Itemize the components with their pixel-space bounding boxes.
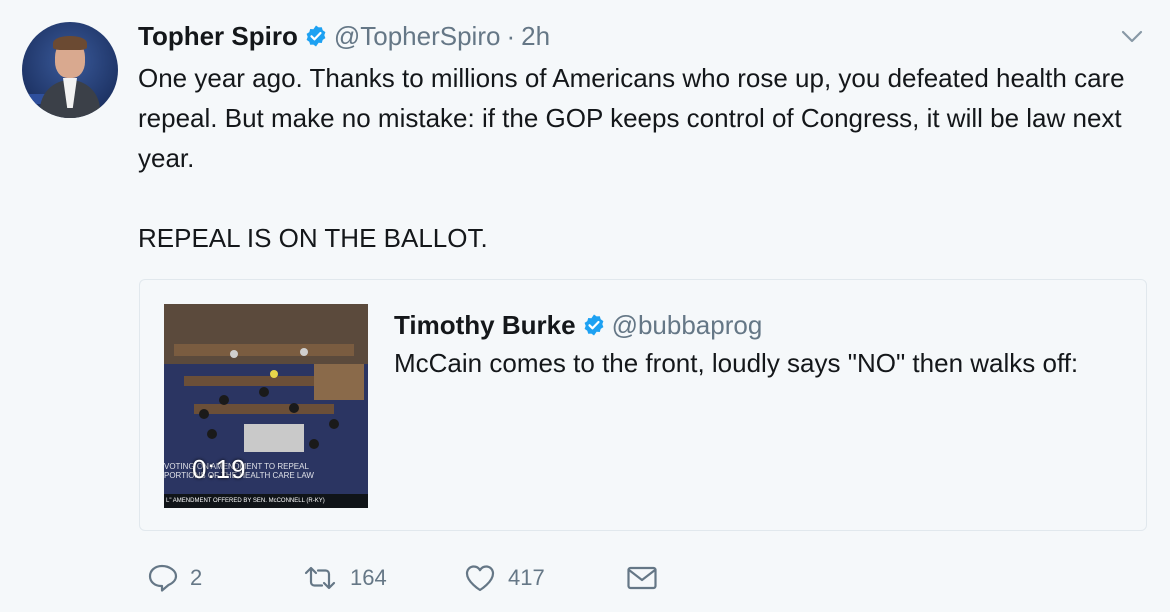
like-button[interactable]: 417 bbox=[464, 564, 626, 592]
reply-button[interactable]: 2 bbox=[146, 563, 302, 593]
author-name[interactable]: Topher Spiro bbox=[138, 21, 298, 52]
video-duration: 0:19 bbox=[192, 454, 247, 484]
tweet-text: One year ago. Thanks to millions of Amer… bbox=[138, 63, 1125, 253]
chevron-down-icon[interactable] bbox=[1120, 26, 1144, 46]
quoted-text: McCain comes to the front, loudly says "… bbox=[394, 348, 1079, 378]
retweet-icon bbox=[304, 566, 336, 590]
retweet-button[interactable]: 164 bbox=[302, 565, 464, 591]
tweet-actions: 2 164 417 bbox=[146, 560, 658, 596]
author-handle[interactable]: @TopherSpiro bbox=[334, 21, 501, 52]
tweet-timestamp[interactable]: 2h bbox=[521, 21, 550, 52]
like-count: 417 bbox=[508, 565, 545, 590]
direct-message-button[interactable] bbox=[626, 565, 658, 591]
video-caption-bar: L" AMENDMENT OFFERED BY SEN. McCONNELL (… bbox=[164, 494, 368, 508]
avatar-hair bbox=[53, 36, 87, 50]
video-thumbnail[interactable]: VOTING ON AMENDMENT TO REPEAL PORTIONS O… bbox=[164, 304, 368, 508]
tweet-header: Topher Spiro @TopherSpiro · 2h bbox=[138, 20, 550, 52]
quoted-author-handle[interactable]: @bubbaprog bbox=[612, 310, 763, 341]
envelope-icon bbox=[627, 566, 657, 590]
verified-badge-icon bbox=[304, 24, 328, 48]
reply-icon bbox=[148, 564, 178, 592]
retweet-count: 164 bbox=[350, 565, 387, 590]
heart-icon bbox=[465, 565, 495, 592]
header-separator: · bbox=[506, 20, 516, 51]
reply-count: 2 bbox=[190, 565, 203, 590]
author-avatar[interactable] bbox=[22, 22, 118, 118]
verified-badge-icon bbox=[582, 313, 606, 337]
quoted-author-name[interactable]: Timothy Burke bbox=[394, 310, 576, 341]
quoted-header: Timothy Burke @bubbaprog bbox=[394, 308, 762, 342]
quoted-tweet[interactable]: VOTING ON AMENDMENT TO REPEAL PORTIONS O… bbox=[139, 279, 1147, 531]
